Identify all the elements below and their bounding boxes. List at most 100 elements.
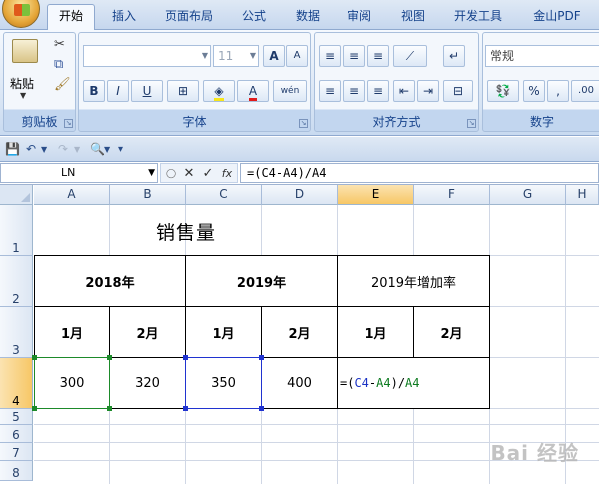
currency-button[interactable]: 💱: [487, 80, 519, 102]
cut-icon[interactable]: ✂: [54, 37, 65, 52]
orientation-button[interactable]: ⟋: [393, 45, 427, 67]
paste-dropdown-icon[interactable]: ▼: [20, 91, 26, 100]
cell-growth-rate-2019[interactable]: 2019年增加率: [337, 255, 490, 307]
tab-developer[interactable]: 开发工具: [445, 7, 511, 29]
row-header-1[interactable]: 1: [0, 205, 33, 256]
tab-data[interactable]: 数据: [286, 7, 330, 29]
row-header-8[interactable]: 8: [0, 461, 33, 481]
merge-center-button[interactable]: ⊟: [443, 80, 473, 102]
font-launcher-icon[interactable]: ↘: [299, 119, 308, 128]
number-format-combo[interactable]: 常规: [485, 45, 599, 67]
phonetic-button[interactable]: wén: [273, 80, 307, 102]
col-header-f[interactable]: F: [414, 185, 490, 205]
reference-handle[interactable]: [107, 355, 112, 360]
align-middle-button[interactable]: ≡: [343, 45, 365, 67]
preview-dropdown-icon[interactable]: ▼: [104, 141, 110, 158]
formula-options-icon[interactable]: ◯: [162, 165, 180, 183]
wrap-text-button[interactable]: ↵: [443, 45, 465, 67]
cell-e4-formula-edit[interactable]: =(C4- A4)/A4: [337, 357, 490, 409]
cell-b3[interactable]: 2月: [109, 306, 186, 358]
undo-dropdown-icon[interactable]: ▼: [41, 141, 47, 158]
undo-icon[interactable]: ↶: [26, 141, 36, 158]
clipboard-launcher-icon[interactable]: ↘: [64, 119, 73, 128]
cell-c3[interactable]: 1月: [185, 306, 262, 358]
fill-color-button[interactable]: ◈: [203, 80, 235, 102]
reference-handle[interactable]: [183, 406, 188, 411]
col-header-d[interactable]: D: [262, 185, 338, 205]
font-name-combo[interactable]: ▼: [83, 45, 211, 67]
cell-title[interactable]: 销售量: [110, 206, 262, 256]
font-size-combo[interactable]: 11 ▼: [213, 45, 259, 67]
reference-handle[interactable]: [259, 406, 264, 411]
row-header-4[interactable]: 4: [0, 358, 33, 409]
enter-formula-button[interactable]: ✓: [199, 165, 217, 183]
formula-input[interactable]: =(C4-A4)/A4: [240, 163, 599, 183]
row-header-2[interactable]: 2: [0, 256, 33, 307]
name-box[interactable]: LN ▼: [0, 163, 158, 183]
save-icon[interactable]: 💾: [5, 141, 20, 158]
underline-button[interactable]: U: [131, 80, 163, 102]
customize-qat-icon[interactable]: ▾: [118, 141, 123, 158]
cell-e3[interactable]: 1月: [337, 306, 414, 358]
tab-insert[interactable]: 插入: [103, 7, 145, 29]
copy-icon[interactable]: ⧉: [54, 57, 63, 72]
comma-button[interactable]: ,: [547, 80, 569, 102]
increase-indent-button[interactable]: ⇥: [417, 80, 439, 102]
col-header-a[interactable]: A: [34, 185, 110, 205]
decrease-indent-button[interactable]: ⇤: [393, 80, 415, 102]
cell-a3[interactable]: 1月: [34, 306, 110, 358]
align-center-button[interactable]: ≡: [343, 80, 365, 102]
cell-year-2018[interactable]: 2018年: [34, 255, 186, 307]
cell-b4[interactable]: 320: [109, 357, 186, 409]
cell-f3[interactable]: 2月: [413, 306, 490, 358]
reference-handle[interactable]: [32, 406, 37, 411]
row-header-6[interactable]: 6: [0, 425, 33, 443]
reference-handle[interactable]: [107, 406, 112, 411]
tab-review[interactable]: 审阅: [337, 7, 381, 29]
shrink-font-button[interactable]: A: [286, 45, 308, 67]
increase-decimal-button[interactable]: .00: [571, 80, 599, 102]
select-all-corner[interactable]: [0, 185, 33, 205]
tab-formulas[interactable]: 公式: [232, 7, 276, 29]
grow-font-button[interactable]: A: [263, 45, 285, 67]
col-header-e[interactable]: E: [338, 185, 414, 205]
redo-icon[interactable]: ↷: [58, 141, 68, 158]
cell-a4[interactable]: 300: [34, 357, 110, 409]
percent-button[interactable]: %: [523, 80, 545, 102]
cell-year-2019[interactable]: 2019年: [185, 255, 338, 307]
cell-d4[interactable]: 400: [261, 357, 338, 409]
bold-button[interactable]: B: [83, 80, 105, 102]
align-right-button[interactable]: ≡: [367, 80, 389, 102]
alignment-launcher-icon[interactable]: ↘: [467, 119, 476, 128]
reference-handle[interactable]: [32, 355, 37, 360]
format-painter-icon[interactable]: 🖌: [54, 77, 71, 92]
reference-handle[interactable]: [183, 355, 188, 360]
tab-view[interactable]: 视图: [391, 7, 435, 29]
tab-home[interactable]: 开始: [47, 4, 95, 31]
col-header-b[interactable]: B: [110, 185, 186, 205]
col-header-c[interactable]: C: [186, 185, 262, 205]
office-button[interactable]: [2, 0, 40, 28]
col-header-h[interactable]: H: [566, 185, 599, 205]
cell-d3[interactable]: 2月: [261, 306, 338, 358]
align-top-button[interactable]: ≡: [319, 45, 341, 67]
reference-handle[interactable]: [259, 355, 264, 360]
tab-kingsoft-pdf[interactable]: 金山PDF: [522, 7, 592, 29]
align-left-button[interactable]: ≡: [319, 80, 341, 102]
font-color-button[interactable]: A: [237, 80, 269, 102]
align-bottom-button[interactable]: ≡: [367, 45, 389, 67]
italic-button[interactable]: I: [107, 80, 129, 102]
cell-c4[interactable]: 350: [185, 357, 262, 409]
print-preview-icon[interactable]: 🔍: [90, 141, 105, 158]
row-header-3[interactable]: 3: [0, 307, 33, 358]
row-header-7[interactable]: 7: [0, 443, 33, 461]
col-header-g[interactable]: G: [490, 185, 566, 205]
row-header-5[interactable]: 5: [0, 409, 33, 425]
borders-button[interactable]: ⊞: [167, 80, 199, 102]
paste-button[interactable]: 粘贴: [10, 75, 34, 92]
worksheet[interactable]: A B C D E F G H 1 2 3 4 5 6 7 8 销售量 2018…: [0, 185, 599, 484]
tab-page-layout[interactable]: 页面布局: [155, 7, 223, 29]
redo-dropdown-icon[interactable]: ▼: [74, 141, 80, 158]
cancel-formula-button[interactable]: ✕: [180, 165, 198, 183]
insert-function-button[interactable]: fx: [218, 165, 236, 183]
